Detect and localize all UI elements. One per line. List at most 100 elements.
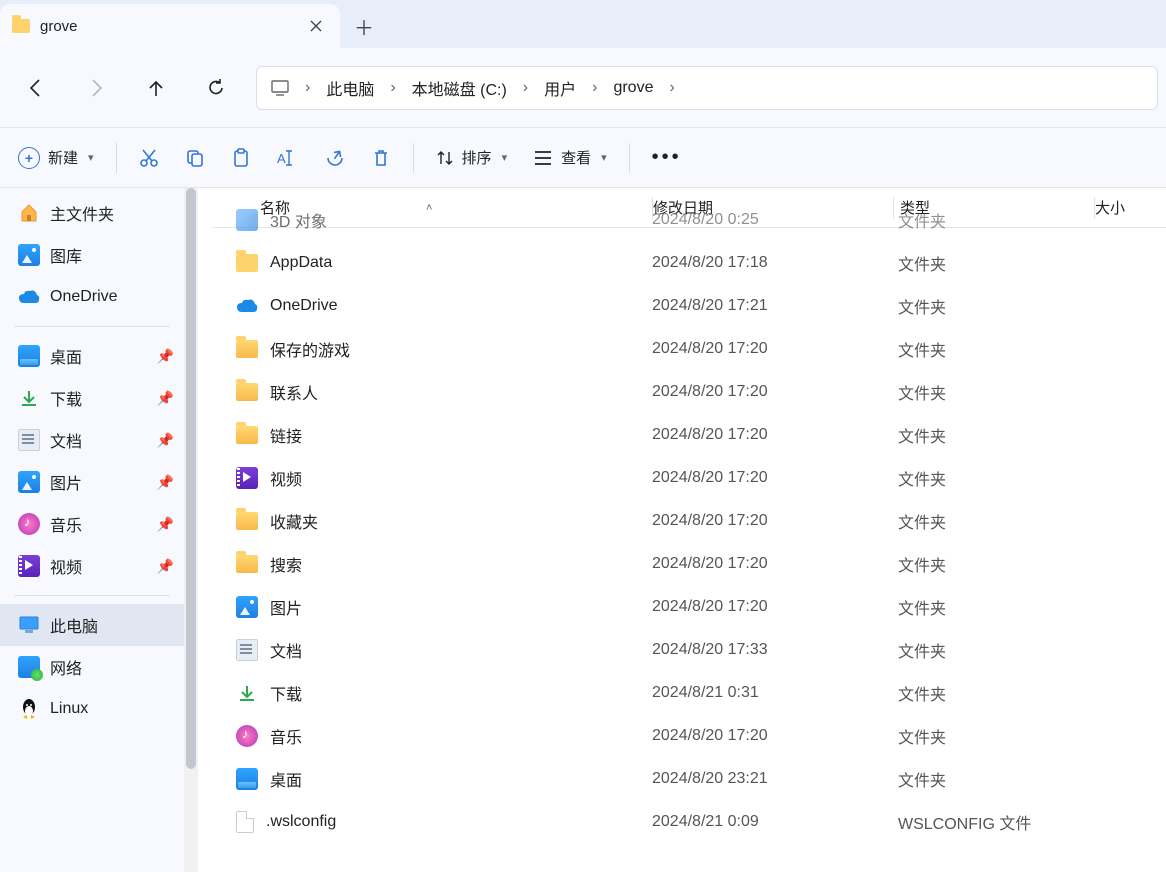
sidebar-item[interactable]: 桌面📌 [0,335,184,377]
tab-active[interactable]: grove [0,4,340,48]
file-row[interactable]: 桌面 2024/8/20 23:21文件夹 [212,757,1166,800]
file-row[interactable]: 3D 对象2024/8/20 0:25文件夹 [212,198,1166,241]
address-bar[interactable]: › 此电脑 › 本地磁盘 (C:) › 用户 › grove › [256,66,1158,110]
file-name: 音乐 [270,724,302,748]
file-date: 2024/8/21 0:31 [652,684,892,702]
separator [116,143,117,173]
breadcrumb-seg[interactable]: grove [599,67,667,109]
file-name: AppData [270,254,332,272]
monitor-icon [257,67,303,109]
cut-button[interactable] [129,138,169,178]
folder-icon [12,19,30,33]
sidebar-item[interactable]: 图库 [0,234,184,276]
view-button[interactable]: 查看 ▾ [523,138,617,178]
file-name: 链接 [270,423,302,447]
sidebar-item-label: 网络 [50,655,82,679]
sidebar-item[interactable]: 此电脑 [0,604,184,646]
file-row[interactable]: 链接2024/8/20 17:20文件夹 [212,413,1166,456]
file-row[interactable]: 搜索2024/8/20 17:20文件夹 [212,542,1166,585]
pin-icon: 📌 [157,516,174,533]
more-button[interactable]: ••• [642,138,692,178]
chevron-down-icon: ▾ [601,151,607,164]
file-name: 联系人 [270,380,318,404]
breadcrumb-seg[interactable]: 此电脑 [312,67,388,109]
sidebar-item[interactable]: 网络 [0,646,184,688]
breadcrumb-seg[interactable]: 本地磁盘 (C:) [398,67,521,109]
file-type: 文件夹 [892,595,1092,619]
file-date: 2024/8/20 17:20 [652,512,892,530]
forward-button[interactable] [68,64,124,112]
sidebar-item[interactable]: 文档📌 [0,419,184,461]
sidebar-scrollbar[interactable] [184,188,198,872]
file-date: 2024/8/20 17:20 [652,555,892,573]
sidebar-item[interactable]: 音乐📌 [0,503,184,545]
file-row[interactable]: 音乐2024/8/20 17:20文件夹 [212,714,1166,757]
share-button[interactable] [315,138,355,178]
file-name: .wslconfig [266,813,336,831]
file-type: 文件夹 [892,638,1092,662]
file-row[interactable]: 图片2024/8/20 17:20文件夹 [212,585,1166,628]
new-button[interactable]: + 新建 ▾ [8,138,104,178]
sidebar-item[interactable]: 主文件夹 [0,192,184,234]
file-name: 视频 [270,466,302,490]
file-type: 文件夹 [892,423,1092,447]
separator [629,143,630,173]
chevron-right-icon[interactable]: › [388,67,397,109]
file-name: 搜索 [270,552,302,576]
sidebar-item[interactable]: 下载 📌 [0,377,184,419]
file-date: 2024/8/20 23:21 [652,770,892,788]
file-date: 2024/8/21 0:09 [652,813,892,831]
pin-icon: 📌 [157,390,174,407]
paste-button[interactable] [221,138,261,178]
file-row[interactable]: 收藏夹2024/8/20 17:20文件夹 [212,499,1166,542]
new-label: 新建 [48,147,78,168]
delete-button[interactable] [361,138,401,178]
close-tab-icon[interactable] [304,14,328,38]
scrollbar-thumb[interactable] [186,188,196,769]
new-tab-button[interactable]: ＋ [340,4,388,48]
file-row[interactable]: AppData2024/8/20 17:18文件夹 [212,241,1166,284]
file-date: 2024/8/20 17:20 [652,383,892,401]
sidebar-item-label: Linux [50,700,88,718]
view-icon [533,150,553,166]
file-row[interactable]: 联系人 2024/8/20 17:20文件夹 [212,370,1166,413]
tab-title: grove [40,18,294,35]
rename-button[interactable]: A [267,138,309,178]
sidebar-item-label: 此电脑 [50,613,98,637]
separator [14,595,170,596]
toolbar: + 新建 ▾ A 排序 ▾ 查看 ▾ ••• [0,128,1166,188]
file-type: 文件夹 [892,380,1092,404]
refresh-button[interactable] [188,64,244,112]
sidebar-item[interactable]: 图片📌 [0,461,184,503]
sidebar-item-label: 下载 [50,386,82,410]
file-row[interactable]: 视频2024/8/20 17:20文件夹 [212,456,1166,499]
chevron-right-icon[interactable]: › [590,67,599,109]
separator [14,326,170,327]
file-type: 文件夹 [892,466,1092,490]
sidebar-item[interactable]: Linux [0,688,184,730]
file-type: 文件夹 [892,767,1092,791]
pin-icon: 📌 [157,432,174,449]
file-row[interactable]: 保存的游戏2024/8/20 17:20文件夹 [212,327,1166,370]
chevron-down-icon: ▾ [502,151,508,164]
chevron-right-icon[interactable]: › [303,67,312,109]
plus-circle-icon: + [18,147,40,169]
file-row[interactable]: 文档2024/8/20 17:33文件夹 [212,628,1166,671]
file-row[interactable]: OneDrive2024/8/20 17:21文件夹 [212,284,1166,327]
chevron-right-icon[interactable]: › [521,67,530,109]
chevron-right-icon[interactable]: › [667,67,676,109]
file-name: 下载 [270,681,302,705]
file-row[interactable]: .wslconfig2024/8/21 0:09WSLCONFIG 文件 [212,800,1166,843]
pin-icon: 📌 [157,558,174,575]
sidebar: 主文件夹图库OneDrive 桌面📌下载📌文档📌图片📌音乐📌视频📌 此电脑网络L… [0,188,184,872]
file-name: 桌面 [270,767,302,791]
breadcrumb-seg[interactable]: 用户 [530,67,590,109]
back-button[interactable] [8,64,64,112]
navigation-bar: › 此电脑 › 本地磁盘 (C:) › 用户 › grove › [0,48,1166,128]
sort-button[interactable]: 排序 ▾ [426,138,518,178]
file-row[interactable]: 下载2024/8/21 0:31文件夹 [212,671,1166,714]
sidebar-item[interactable]: OneDrive [0,276,184,318]
copy-button[interactable] [175,138,215,178]
up-button[interactable] [128,64,184,112]
sidebar-item[interactable]: 视频📌 [0,545,184,587]
